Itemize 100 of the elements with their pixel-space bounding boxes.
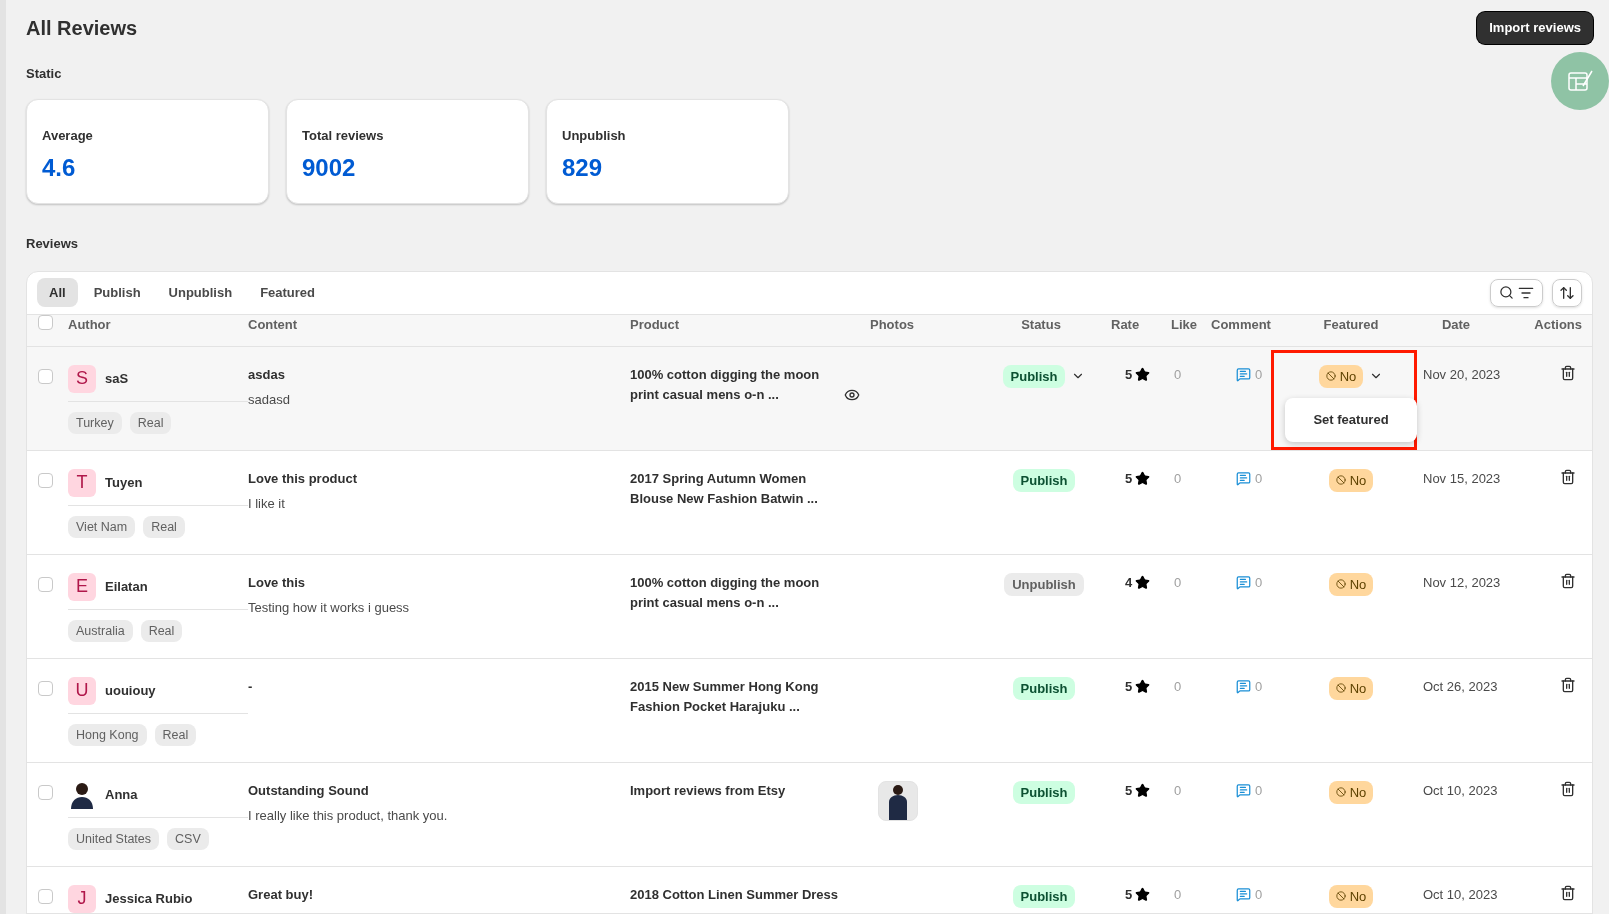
comment-icon[interactable] (1236, 678, 1251, 694)
featured-badge: No (1328, 780, 1374, 804)
review-title: asdas (248, 365, 286, 384)
search-filter-button[interactable] (1490, 278, 1543, 307)
featured-badge: No (1328, 884, 1374, 908)
comment-count: 0 (1255, 781, 1263, 800)
sort-icon (1559, 284, 1575, 301)
review-row[interactable]: S saS Turkey Real asdas sadasd 100% cotton digging the moon print casual mens o-n ... Publish 5 0 0 No Set featured Nov 20, 2023 (27, 346, 1592, 451)
column-header: Featured (1323, 315, 1379, 334)
column-header: Product (630, 315, 681, 334)
checkbox[interactable] (38, 888, 53, 904)
avatar-initial: S (68, 364, 96, 393)
product-name: 100% cotton digging the moon print casual mens o-n ... (630, 365, 821, 404)
column-header: Rate (1111, 315, 1141, 334)
rating-value: 4 (1125, 573, 1133, 592)
review-date: Oct 10, 2023 (1422, 781, 1499, 800)
sort-button[interactable] (1552, 278, 1582, 307)
author-tag: Real (143, 515, 185, 539)
star-icon (1135, 886, 1151, 902)
delete-icon[interactable] (1560, 572, 1576, 589)
review-date: Oct 10, 2023 (1422, 885, 1499, 904)
editor-fab[interactable] (1551, 52, 1609, 110)
review-title: Love this (248, 573, 307, 592)
product-name: Import reviews from Etsy (630, 781, 787, 800)
review-title: Love this product (248, 469, 359, 488)
search-icon (1499, 285, 1514, 300)
star-icon (1135, 366, 1151, 382)
status-badge: Publish (1012, 676, 1076, 700)
checkbox[interactable] (38, 472, 53, 488)
product-name: 2017 Spring Autumn Women Blouse New Fashion Batwin ... (630, 469, 819, 508)
delete-icon[interactable] (1560, 780, 1576, 797)
stat-label: Unpublish (562, 127, 627, 145)
author-name: Anna (105, 785, 138, 804)
checkbox[interactable] (38, 784, 53, 800)
checkbox[interactable] (38, 680, 53, 696)
like-count: 0 (1173, 677, 1183, 696)
ban-icon (1325, 371, 1336, 382)
filter-tab[interactable]: Publish (81, 277, 153, 308)
checkbox[interactable] (38, 314, 53, 330)
ban-icon (1335, 475, 1346, 486)
featured-badge: No (1318, 364, 1364, 388)
checkbox[interactable] (38, 576, 53, 592)
comment-icon[interactable] (1236, 470, 1251, 486)
avatar-initial: T (68, 468, 96, 497)
status-badge: Publish (1002, 364, 1066, 388)
delete-icon[interactable] (1560, 676, 1576, 693)
star-icon (1135, 678, 1151, 694)
review-title: Outstanding Sound (248, 781, 370, 800)
comment-icon[interactable] (1236, 886, 1251, 902)
product-name: 2015 New Summer Hong Kong Fashion Pocket Harajuku ... (630, 677, 820, 716)
stat-label: Total reviews (302, 127, 385, 145)
author-tag: Hong Kong (68, 723, 147, 747)
author-name: Tuyen (105, 473, 143, 492)
column-header: Comment (1211, 315, 1272, 334)
filter-tab[interactable]: Unpublish (156, 277, 245, 308)
delete-icon[interactable] (1560, 884, 1576, 901)
ban-icon (1335, 787, 1346, 798)
import-reviews-button[interactable]: Import reviews (1477, 12, 1593, 44)
review-date: Nov 12, 2023 (1422, 573, 1502, 592)
comment-icon[interactable] (1236, 782, 1251, 798)
author-name: saS (105, 369, 129, 388)
featured-badge: No (1328, 676, 1374, 700)
review-body: I like it (248, 495, 286, 513)
review-body: sadasd (248, 391, 291, 409)
delete-icon[interactable] (1560, 364, 1576, 381)
comment-icon[interactable] (1236, 366, 1251, 382)
author-name: Eilatan (105, 577, 148, 596)
author-tag: Real (154, 723, 197, 747)
checkbox[interactable] (38, 368, 53, 384)
ban-icon (1335, 683, 1346, 694)
comment-icon[interactable] (1236, 574, 1251, 590)
author-name: Jessica Rubio (105, 889, 193, 908)
section-heading: Reviews (26, 235, 79, 253)
stat-value: 829 (562, 152, 604, 183)
like-count: 0 (1173, 469, 1183, 488)
photo-placeholder[interactable] (878, 780, 918, 821)
column-header: Actions (1534, 315, 1583, 334)
author-tag: Australia (68, 619, 133, 643)
comment-count: 0 (1255, 885, 1263, 904)
featured-badge: No (1328, 572, 1374, 596)
review-date: Oct 26, 2023 (1422, 677, 1499, 696)
avatar-initial: J (68, 884, 96, 913)
like-count: 0 (1173, 573, 1183, 592)
page-title: All Reviews (26, 15, 138, 41)
column-header: Like (1171, 315, 1198, 334)
review-body: I really like this product, thank you. (248, 807, 449, 825)
status-badge: Publish (1012, 884, 1076, 908)
column-header: Content (248, 315, 299, 334)
delete-icon[interactable] (1560, 468, 1576, 485)
filter-tab[interactable]: Featured (248, 277, 328, 308)
status-badge: Unpublish (1004, 572, 1084, 596)
filter-tab[interactable]: All (37, 277, 78, 308)
rating-value: 5 (1125, 365, 1133, 384)
stat-label: Average (42, 127, 94, 145)
menu-item[interactable]: Set featured (1289, 402, 1413, 438)
author-tag: Viet Nam (68, 515, 136, 539)
ban-icon (1335, 579, 1346, 590)
rating-value: 5 (1125, 677, 1133, 696)
rating-value: 5 (1125, 781, 1133, 800)
stat-value: 4.6 (42, 152, 77, 183)
